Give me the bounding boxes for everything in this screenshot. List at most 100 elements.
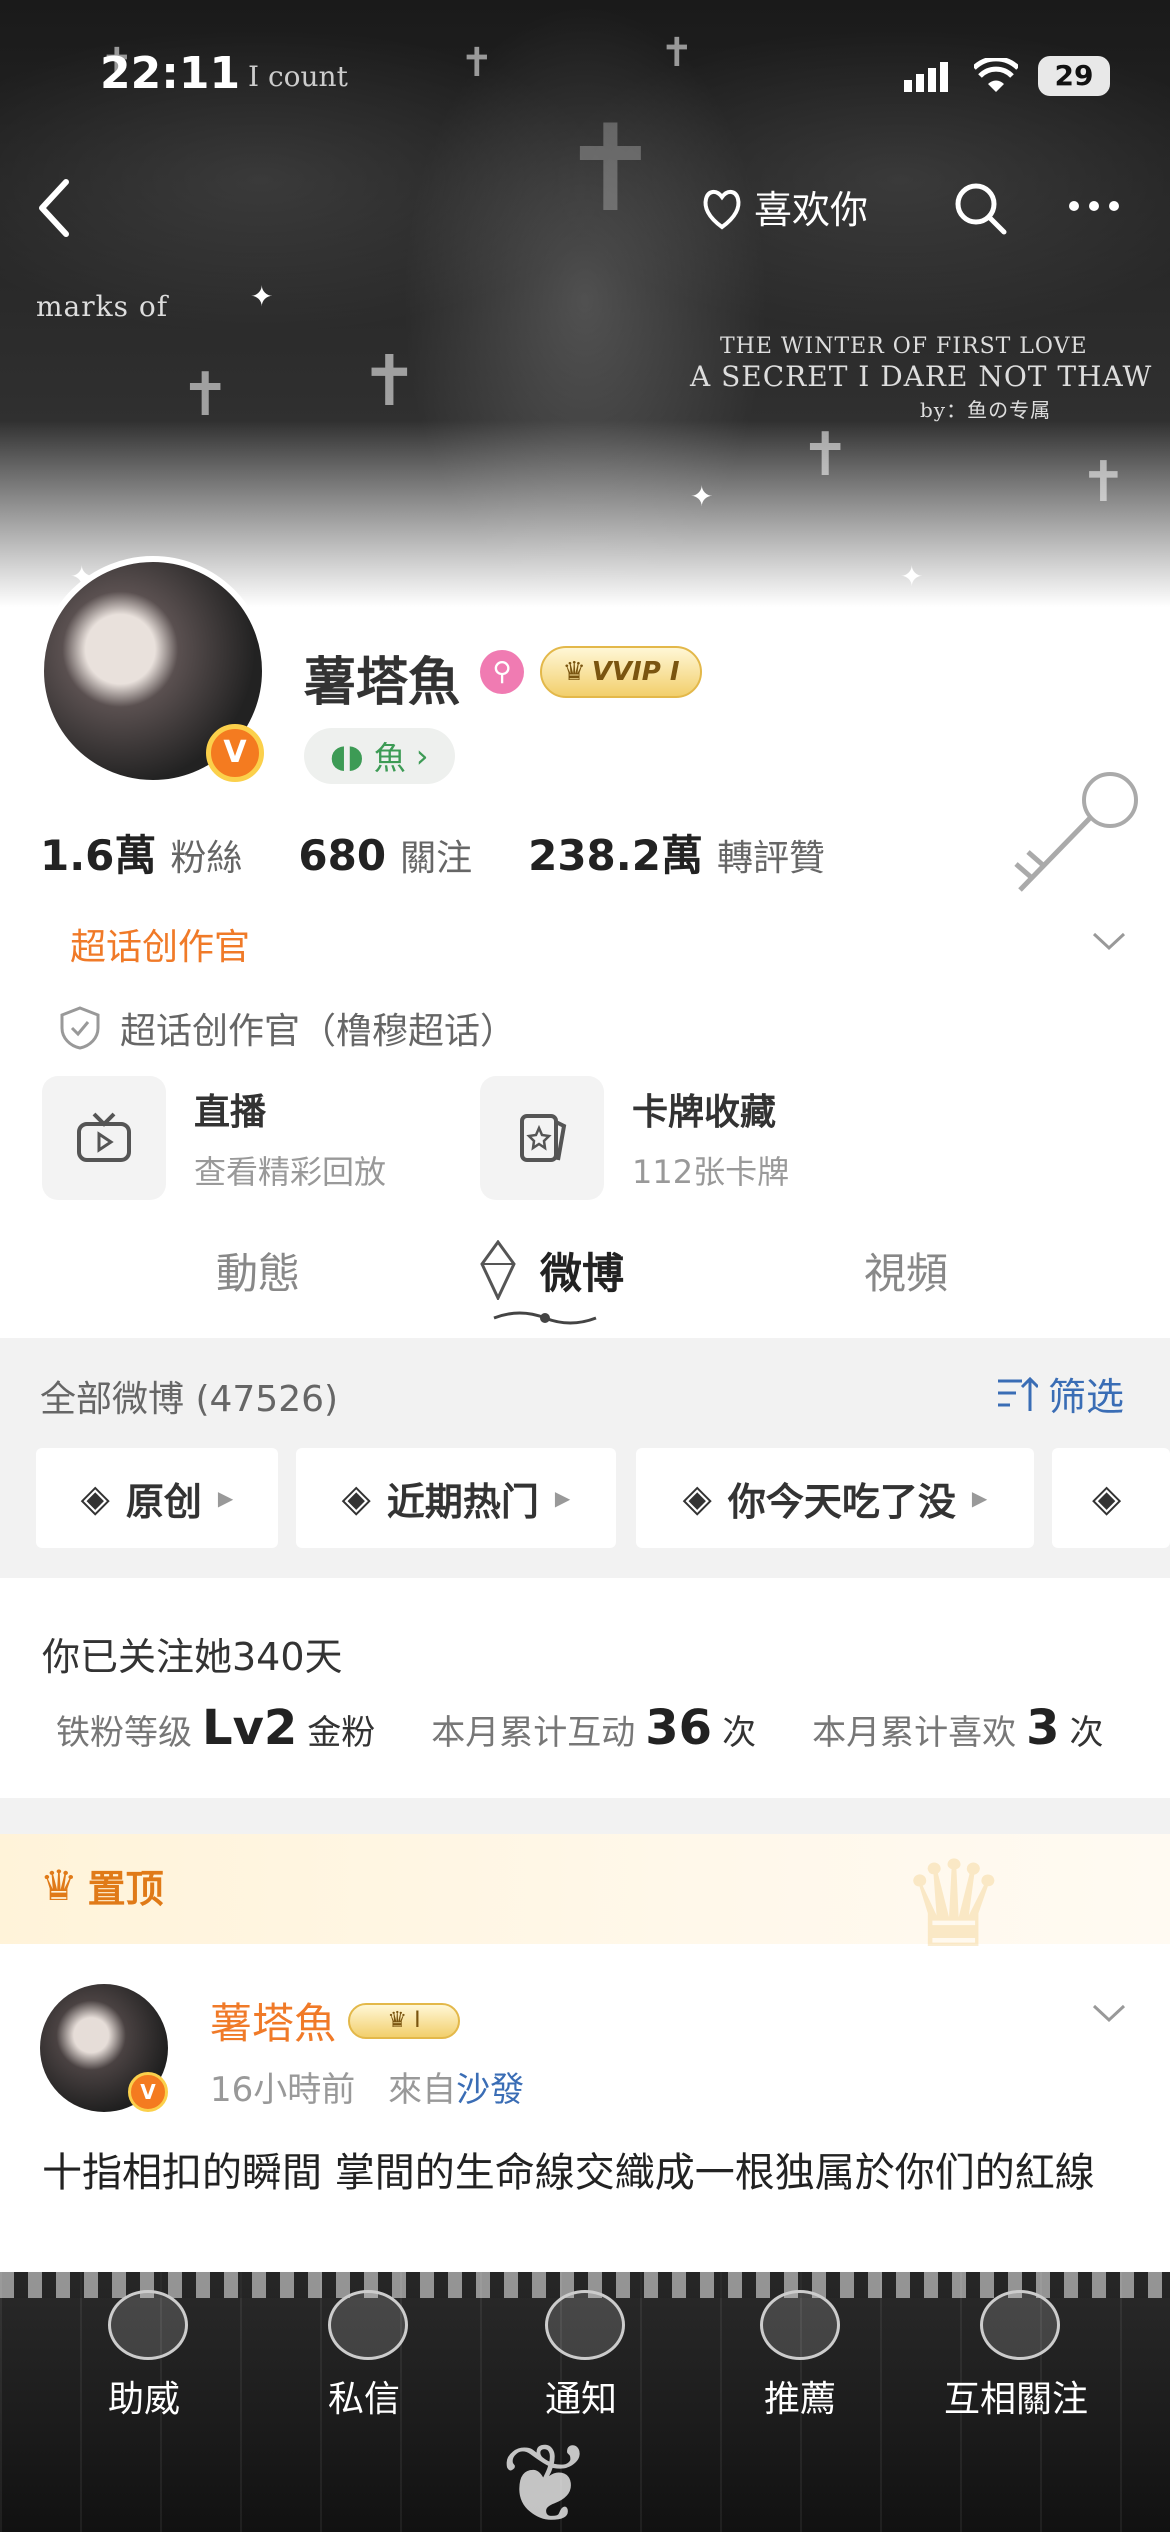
- verified-badge-icon: V: [128, 2072, 168, 2112]
- tab-underline-decor: [493, 1311, 597, 1325]
- post-meta: 16小時前 來自沙發: [210, 2062, 524, 2111]
- filter-label: 筛选: [1048, 1375, 1125, 1419]
- key-decor-icon: [1014, 772, 1138, 892]
- layers-icon: ◈: [341, 1476, 371, 1520]
- battery-indicator: 29: [1038, 56, 1110, 96]
- nav-cheer[interactable]: 助威: [108, 2370, 180, 2422]
- butterfly-decor-icon: ❦: [500, 2420, 593, 2548]
- banner-text-right-2: A SECRET I DARE NOT THAW: [690, 360, 1153, 393]
- chip-label: 近期热门: [386, 1479, 539, 1524]
- post-body[interactable]: 十指相扣的瞬間 掌間的生命線交織成一根独属於你们的紅線: [42, 2140, 1132, 2206]
- card-icon: [480, 1076, 604, 1200]
- nav-notifications[interactable]: 通知: [545, 2370, 617, 2422]
- card-collection-title: 卡牌收藏: [632, 1092, 777, 1133]
- profile-stats: 1.6萬 粉絲 680 關注 238.2萬 轉評贊: [40, 822, 881, 883]
- tab-weibo[interactable]: 微博: [540, 1240, 624, 1301]
- card-collection-card[interactable]: 卡牌收藏 112张卡牌: [480, 1076, 789, 1200]
- chevron-down-icon[interactable]: [1092, 2002, 1126, 2024]
- fish-tag[interactable]: ◖◗ 魚 ›: [304, 728, 455, 784]
- nav-messages[interactable]: 私信: [328, 2370, 400, 2422]
- banner-text-right-3: by：鱼の专属: [920, 398, 1052, 422]
- stat-reposts-likes[interactable]: 238.2萬 轉評贊: [528, 822, 825, 883]
- nav-recommend[interactable]: 推薦: [764, 2370, 836, 2422]
- likes-unit: 次: [1069, 1713, 1104, 1753]
- fan-level-value: Lv2: [202, 1700, 298, 1756]
- cross-decor-icon: ✝: [660, 30, 694, 76]
- live-card-sub: 查看精彩回放: [194, 1153, 387, 1191]
- filter-icon: [998, 1376, 1038, 1411]
- super-topic-title[interactable]: 超话创作官: [70, 918, 250, 970]
- tab-videos[interactable]: 視頻: [864, 1240, 948, 1301]
- status-subtitle: I count: [248, 60, 348, 93]
- chip-have-you-eaten[interactable]: ◈ 你今天吃了没 ▶: [636, 1448, 1034, 1548]
- post-time: 16小時前: [210, 2070, 356, 2110]
- chip-label: 原创: [125, 1479, 202, 1524]
- cross-decor-icon: ✝: [360, 340, 419, 422]
- stat-number: 680: [298, 831, 387, 880]
- crown-icon: ♛: [562, 657, 586, 687]
- card-collection-sub: 112张卡牌: [632, 1153, 790, 1191]
- interact-value: 36: [645, 1700, 713, 1756]
- stat-number: 238.2萬: [528, 831, 703, 880]
- hourglass-icon: [980, 2290, 1060, 2360]
- cross-pendant-icon: [328, 2290, 408, 2360]
- post-username-label: 薯塔魚: [210, 1999, 337, 2048]
- vvip-badge[interactable]: ♛ VVIP I: [540, 646, 702, 698]
- filter-button[interactable]: 筛选: [996, 1366, 1124, 1421]
- super-topic-desc-label: 超话创作官（橹穆超话）: [120, 1011, 517, 1052]
- stat-number: 1.6萬: [40, 831, 157, 880]
- pink-badge-icon[interactable]: ⚲: [480, 650, 524, 694]
- more-icon[interactable]: [1066, 196, 1122, 216]
- triangle-right-icon: ▶: [217, 1486, 234, 1510]
- stat-followers[interactable]: 1.6萬 粉絲: [40, 822, 242, 883]
- chip-more[interactable]: ◈: [1052, 1448, 1170, 1548]
- post-username[interactable]: 薯塔魚 ♛ I: [210, 1990, 461, 2051]
- follow-days: 你已关注她340天: [42, 1635, 343, 1679]
- layers-icon: ◈: [682, 1476, 712, 1520]
- section-divider: [0, 1798, 1170, 1834]
- vvip-label: VVIP I: [591, 657, 680, 687]
- clover-icon: [760, 2290, 840, 2360]
- chevron-right-icon: ›: [415, 737, 429, 775]
- nav-mutual-follow[interactable]: 互相關注: [944, 2370, 1088, 2422]
- banner-text-left: marks of: [36, 290, 169, 323]
- post-source[interactable]: 沙發: [456, 2070, 524, 2110]
- tab-dynamics[interactable]: 動態: [216, 1240, 300, 1301]
- chip-original[interactable]: ◈ 原创 ▶: [36, 1448, 278, 1548]
- heart-hand-icon: [703, 190, 741, 230]
- profile-username: 薯塔魚: [304, 653, 461, 713]
- knot-icon: [108, 2290, 188, 2360]
- pinned-text: 置顶: [87, 1867, 164, 1911]
- chip-recent-hot[interactable]: ◈ 近期热门 ▶: [296, 1448, 616, 1548]
- like-you-button[interactable]: 喜欢你: [700, 176, 868, 236]
- likes-label: 本月累计喜欢: [812, 1713, 1017, 1753]
- stat-label: 關注: [400, 838, 473, 879]
- live-card[interactable]: 直播 查看精彩回放: [42, 1076, 386, 1200]
- super-topic-desc[interactable]: 超话创作官（橹穆超话）: [60, 1002, 516, 1054]
- fan-stats-row[interactable]: 铁粉等级 Lv2 金粉 本月累计互动 36 次 本月累计喜欢 3 次: [56, 1700, 1103, 1756]
- triangle-right-icon: ▶: [971, 1486, 988, 1510]
- status-time: 22:11: [100, 48, 241, 99]
- back-icon[interactable]: [32, 176, 76, 240]
- banner-text-right-1: THE WINTER OF FIRST LOVE: [720, 334, 1088, 359]
- fan-level-label: 铁粉等级: [56, 1713, 192, 1753]
- fish-icon: ◖◗: [330, 737, 364, 775]
- stat-label: 粉絲: [170, 838, 243, 879]
- search-icon[interactable]: [952, 180, 1008, 236]
- signal-icon: [904, 62, 948, 92]
- sparkle-icon: ✦: [250, 280, 274, 313]
- fan-level-suffix: 金粉: [307, 1713, 376, 1753]
- stat-label: 轉評贊: [716, 838, 825, 879]
- cross-decor-icon: ✝: [560, 100, 661, 239]
- diamond-pendant-icon: [480, 1240, 516, 1300]
- stat-following[interactable]: 680 關注: [298, 829, 472, 881]
- post-from-label: 來自: [388, 2070, 457, 2110]
- crown-watermark-icon: ♛: [900, 1836, 1008, 1975]
- crown-icon: ♛: [40, 1861, 78, 1910]
- vip-crown-badge-icon: ♛ I: [348, 2002, 461, 2039]
- interact-label: 本月累计互动: [431, 1713, 636, 1753]
- all-weibo-count: 全部微博 (47526): [40, 1379, 339, 1420]
- chevron-down-icon[interactable]: [1092, 930, 1126, 952]
- triangle-right-icon: ▶: [554, 1486, 571, 1510]
- interact-unit: 次: [722, 1713, 757, 1753]
